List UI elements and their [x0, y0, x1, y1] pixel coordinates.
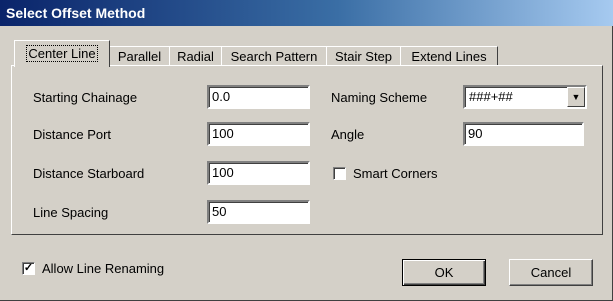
tab-parallel[interactable]: Parallel: [109, 46, 170, 66]
ok-button[interactable]: OK: [402, 259, 486, 286]
allow-line-renaming-checkbox[interactable]: ✓: [22, 262, 35, 275]
tab-search-pattern[interactable]: Search Pattern: [221, 46, 327, 66]
tab-extend-lines[interactable]: Extend Lines: [400, 46, 498, 66]
center-line-panel: [11, 65, 603, 235]
allow-line-renaming-label: Allow Line Renaming: [42, 261, 165, 276]
tab-stair-step[interactable]: Stair Step: [326, 46, 401, 66]
tab-radial[interactable]: Radial: [169, 46, 222, 66]
tab-center-line[interactable]: Center Line: [14, 40, 110, 67]
title-bar: Select Offset Method: [0, 0, 613, 26]
window-title: Select Offset Method: [6, 5, 146, 21]
cancel-button[interactable]: Cancel: [509, 259, 593, 286]
